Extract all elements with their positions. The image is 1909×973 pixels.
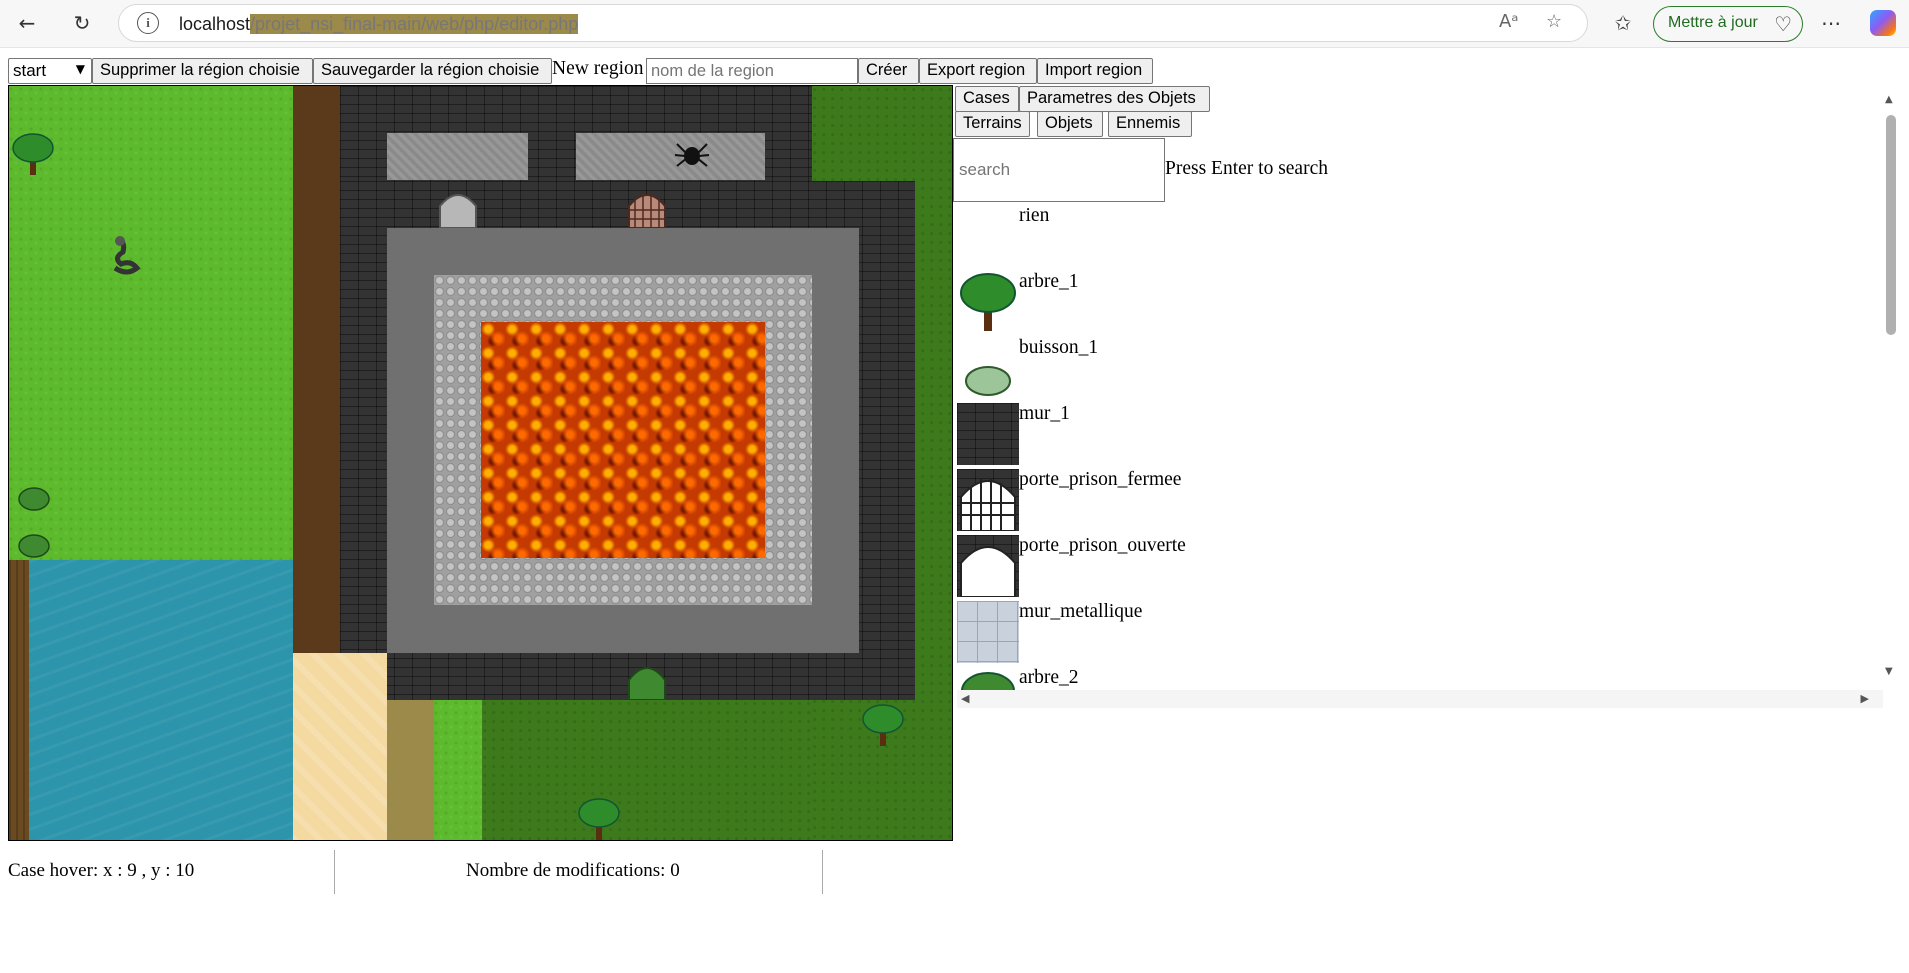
prison-door-open-icon xyxy=(439,194,477,228)
delete-region-button[interactable]: Supprimer la région choisie xyxy=(92,58,313,84)
bush-door-icon xyxy=(628,667,666,700)
metal-wall-icon xyxy=(957,601,1019,663)
save-region-button[interactable]: Sauvegarder la région choisie xyxy=(313,58,552,84)
export-region-button[interactable]: Export region xyxy=(919,58,1037,84)
snake-icon xyxy=(113,236,141,275)
list-item[interactable]: porte_prison_fermee xyxy=(957,469,1657,535)
item-label: arbre_2 xyxy=(1019,667,1079,688)
tab-terrains[interactable]: Terrains xyxy=(955,111,1030,137)
info-icon[interactable]: i xyxy=(137,12,159,34)
empty-icon xyxy=(957,205,1019,267)
create-button[interactable]: Créer xyxy=(858,58,919,84)
lava-pool xyxy=(481,322,765,558)
browser-toolbar: ← ↻ i localhost/projet_nsi_final-main/we… xyxy=(0,0,1909,48)
dirt-road xyxy=(387,700,434,840)
hover-coordinates: Case hover: x : 9 , y : 10 xyxy=(8,860,195,881)
list-item[interactable]: arbre_1 xyxy=(957,271,1657,337)
address-bar[interactable]: i localhost/projet_nsi_final-main/web/ph… xyxy=(118,4,1588,42)
url-path: /projet_nsi_final-main/web/php/editor.ph… xyxy=(250,14,579,34)
metal-wall-left xyxy=(387,133,528,180)
back-arrow-icon[interactable]: ← xyxy=(8,8,46,38)
region-select[interactable]: start ▼ xyxy=(8,58,92,84)
new-region-label: New region xyxy=(552,58,644,79)
scroll-down-icon[interactable]: ▼ xyxy=(1885,666,1893,677)
item-label: arbre_1 xyxy=(1019,271,1079,292)
read-aloud-icon[interactable]: Aᵃ xyxy=(1499,11,1518,32)
reload-icon[interactable]: ↻ xyxy=(63,8,101,38)
bush-icon xyxy=(18,534,50,558)
list-item[interactable]: rien xyxy=(957,205,1657,271)
health-icon: ♡ xyxy=(1774,12,1792,36)
scroll-left-icon[interactable]: ◀ xyxy=(961,692,969,705)
list-item[interactable]: porte_prison_ouverte xyxy=(957,535,1657,601)
list-item[interactable]: buisson_1 xyxy=(957,337,1657,403)
star-icon[interactable]: ☆ xyxy=(1546,11,1562,32)
tab-objets[interactable]: Objets xyxy=(1037,111,1103,137)
scrollbar-thumb[interactable] xyxy=(1886,115,1896,335)
sand-area xyxy=(293,653,387,840)
tree-icon xyxy=(578,798,620,840)
search-input[interactable] xyxy=(953,138,1165,202)
update-label: Mettre à jour xyxy=(1668,14,1758,31)
region-select-value: start xyxy=(13,61,47,80)
item-label: mur_1 xyxy=(1019,403,1070,424)
update-button[interactable]: Mettre à jour ♡ xyxy=(1653,6,1803,42)
prison-door-closed-icon xyxy=(957,469,1019,531)
chevron-down-icon: ▼ xyxy=(75,62,85,76)
list-item[interactable]: mur_metallique xyxy=(957,601,1657,667)
tree-icon xyxy=(862,704,904,746)
wall-icon xyxy=(957,403,1019,465)
vertical-scrollbar[interactable]: ▲ ▼ xyxy=(1883,92,1899,680)
scroll-up-icon[interactable]: ▲ xyxy=(1885,94,1893,105)
item-label: buisson_1 xyxy=(1019,337,1099,358)
grass-strip xyxy=(434,700,482,840)
spider-icon xyxy=(674,143,710,167)
water-area xyxy=(29,560,293,840)
prison-door-closed-icon xyxy=(628,192,666,228)
scroll-right-icon[interactable]: ▶ xyxy=(1861,692,1869,705)
metal-wall-right xyxy=(576,133,765,180)
tab-cases[interactable]: Cases xyxy=(955,86,1019,112)
list-item[interactable]: arbre_2 xyxy=(957,667,1657,690)
wooden-pier xyxy=(9,560,29,840)
item-label: mur_metallique xyxy=(1019,601,1143,622)
list-item[interactable]: mur_1 xyxy=(957,403,1657,469)
tab-object-params[interactable]: Parametres des Objets xyxy=(1019,86,1210,112)
prison-door-open-icon xyxy=(957,535,1019,597)
item-label: porte_prison_fermee xyxy=(1019,469,1182,490)
item-label: porte_prison_ouverte xyxy=(1019,535,1186,556)
region-name-input[interactable] xyxy=(646,58,858,84)
status-divider xyxy=(822,850,823,894)
url-host: localhost xyxy=(179,14,251,34)
import-region-button[interactable]: Import region xyxy=(1037,58,1153,84)
favorites-icon[interactable]: ✩ xyxy=(1604,8,1642,38)
more-icon[interactable]: ⋯ xyxy=(1812,8,1850,38)
tree-icon xyxy=(957,667,1019,690)
tab-ennemis[interactable]: Ennemis xyxy=(1108,111,1192,137)
item-label: rien xyxy=(1019,205,1050,226)
copilot-icon[interactable] xyxy=(1870,10,1896,36)
modification-count: Nombre de modifications: 0 xyxy=(466,860,680,881)
horizontal-scrollbar[interactable]: ◀ ▶ xyxy=(957,690,1883,708)
search-hint: Press Enter to search xyxy=(1165,158,1328,179)
status-divider xyxy=(334,850,335,894)
bush-icon xyxy=(957,337,1019,399)
dark-grass-south xyxy=(482,700,812,840)
bush-icon xyxy=(18,487,50,511)
map-canvas[interactable] xyxy=(8,85,953,841)
dirt-path xyxy=(293,86,340,653)
tree-icon xyxy=(957,271,1019,333)
tree-icon xyxy=(12,133,54,175)
